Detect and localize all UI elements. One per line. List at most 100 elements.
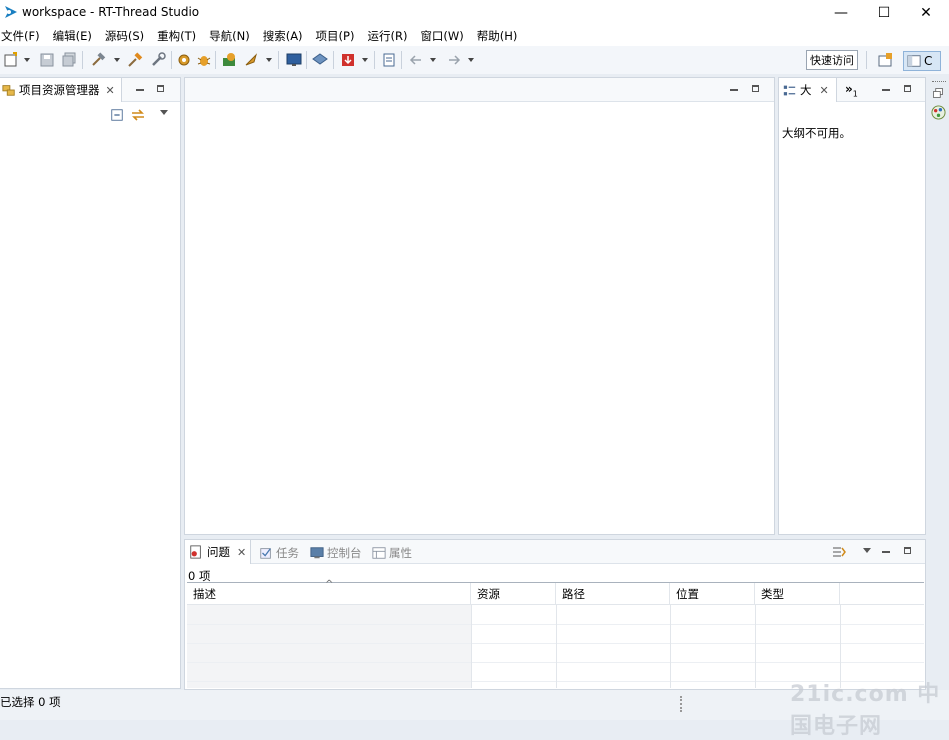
outline-tabbar: 大 ✕ »1	[779, 78, 925, 102]
settings-gear-icon[interactable]	[176, 52, 192, 68]
maximize-panel-button[interactable]	[903, 84, 914, 95]
minimize-panel-button[interactable]	[881, 546, 892, 557]
minimize-icon: —	[834, 5, 848, 21]
overflow-count: 1	[852, 89, 858, 99]
outline-panel: 大 ✕ »1 大纲不可用。	[778, 77, 926, 535]
sort-ascending-icon: ^	[325, 579, 334, 590]
project-explorer-tab-label: 项目资源管理器	[19, 83, 100, 97]
minimize-button[interactable]: —	[818, 0, 864, 26]
tab-project-explorer[interactable]: 项目资源管理器 ✕	[0, 78, 122, 102]
save-icon[interactable]	[39, 52, 55, 68]
maximize-panel-button[interactable]	[903, 546, 914, 557]
description-column-fill	[187, 605, 471, 688]
editor-tabbar	[185, 78, 774, 102]
palette-icon[interactable]	[931, 105, 946, 120]
toolbar-separator	[278, 51, 279, 69]
new-file-dropdown-icon[interactable]	[24, 58, 30, 62]
watermark-logo: 21ic.com 中国电子网	[790, 682, 941, 739]
overflow-chevron-icon: »	[845, 82, 853, 96]
sdk-manager-icon[interactable]	[312, 52, 328, 68]
collapse-all-icon[interactable]	[110, 108, 124, 122]
back-dropdown-icon[interactable]	[430, 58, 436, 62]
problems-panel: 问题 ✕ 任务 控制台 属性 0 项 描述 ^ 资源 路径 位置 类型	[184, 539, 926, 690]
minimize-panel-button[interactable]	[135, 84, 146, 95]
forward-arrow-icon[interactable]	[446, 52, 462, 68]
maximize-editor-button[interactable]	[751, 84, 762, 95]
terminal-monitor-icon[interactable]	[286, 52, 302, 68]
link-with-editor-icon[interactable]	[130, 107, 146, 123]
tab-tasks[interactable]: 任务	[259, 545, 299, 561]
minimize-editor-button[interactable]	[729, 84, 740, 95]
right-trim-stack	[929, 77, 949, 137]
status-divider-handle[interactable]	[680, 696, 684, 712]
maximize-button[interactable]: ☐	[861, 0, 907, 26]
close-tab-icon[interactable]: ✕	[106, 84, 115, 97]
bottom-tabbar: 问题 ✕ 任务 控制台 属性	[185, 540, 925, 564]
wrench-icon[interactable]	[150, 52, 166, 68]
folder-tree-icon	[2, 85, 15, 96]
column-header-type[interactable]: 类型	[755, 583, 840, 605]
rocket-dropdown-icon[interactable]	[266, 58, 272, 62]
column-header-path[interactable]: 路径	[556, 583, 670, 605]
toolbar-separator	[215, 51, 216, 69]
build-dropdown-icon[interactable]	[114, 58, 120, 62]
build-all-icon[interactable]	[127, 52, 143, 68]
menu-source[interactable]: 源码(S)	[104, 28, 150, 44]
save-all-icon[interactable]	[61, 52, 77, 68]
new-file-icon[interactable]	[3, 52, 19, 68]
close-button[interactable]: ✕	[903, 0, 949, 26]
menu-bar: 文件(F) 编辑(E) 源码(S) 重构(T) 导航(N) 搜索(A) 项目(P…	[0, 26, 949, 46]
restore-icon[interactable]	[932, 87, 944, 99]
rocket-icon[interactable]	[243, 52, 259, 68]
menu-refactor[interactable]: 重构(T)	[156, 28, 202, 44]
column-label: 描述	[193, 587, 216, 601]
toolbar-separator	[401, 51, 402, 69]
serial-config-icon[interactable]	[381, 52, 397, 68]
tab-problems[interactable]: 问题 ✕	[185, 540, 251, 564]
menu-project[interactable]: 项目(P)	[315, 28, 361, 44]
outline-icon	[783, 85, 796, 95]
maximize-icon	[904, 547, 911, 554]
close-tab-icon[interactable]: ✕	[820, 84, 829, 97]
project-explorer-panel: 项目资源管理器 ✕	[0, 77, 181, 689]
project-explorer-tabbar: 项目资源管理器 ✕	[0, 78, 180, 102]
forward-dropdown-icon[interactable]	[468, 58, 474, 62]
overflow-tabs-button[interactable]: »1	[845, 82, 858, 98]
download-chip-icon[interactable]	[221, 52, 237, 68]
menu-navigate[interactable]: 导航(N)	[208, 28, 256, 44]
back-arrow-icon[interactable]	[408, 52, 424, 68]
editor-area	[184, 77, 775, 535]
quick-access-field[interactable]: 快速访问	[806, 50, 858, 70]
download-red-icon[interactable]	[340, 52, 356, 68]
toolbar-separator	[171, 51, 172, 69]
close-tab-icon[interactable]: ✕	[237, 546, 246, 559]
c-perspective-button[interactable]: C	[903, 51, 941, 71]
menu-window[interactable]: 窗口(W)	[419, 28, 469, 44]
menu-run[interactable]: 运行(R)	[366, 28, 413, 44]
menu-edit[interactable]: 编辑(E)	[52, 28, 98, 44]
menu-help[interactable]: 帮助(H)	[476, 28, 524, 44]
tasks-tab-label: 任务	[276, 546, 299, 560]
tab-properties[interactable]: 属性	[372, 545, 412, 561]
maximize-panel-button[interactable]	[156, 84, 167, 95]
toolbar-separator	[306, 51, 307, 69]
build-hammer-icon[interactable]	[90, 52, 106, 68]
tab-console[interactable]: 控制台	[310, 545, 362, 561]
column-header-resource[interactable]: 资源	[471, 583, 556, 605]
trim-handle[interactable]	[932, 81, 946, 84]
filter-icon[interactable]	[831, 544, 847, 560]
view-menu-icon[interactable]	[160, 110, 168, 115]
menu-search[interactable]: 搜索(A)	[262, 28, 309, 44]
debug-bug-icon[interactable]	[196, 52, 212, 68]
toolbar-separator	[333, 51, 334, 69]
open-perspective-icon[interactable]	[877, 52, 893, 68]
minimize-panel-button[interactable]	[881, 84, 892, 95]
column-header-location[interactable]: 位置	[670, 583, 755, 605]
download-dropdown-icon[interactable]	[362, 58, 368, 62]
console-tab-label: 控制台	[327, 546, 362, 560]
column-divider	[670, 605, 671, 688]
minimize-icon	[730, 89, 738, 91]
tab-outline[interactable]: 大 ✕	[779, 78, 837, 102]
menu-file[interactable]: 文件(F)	[0, 28, 46, 44]
view-menu-icon[interactable]	[863, 548, 871, 553]
